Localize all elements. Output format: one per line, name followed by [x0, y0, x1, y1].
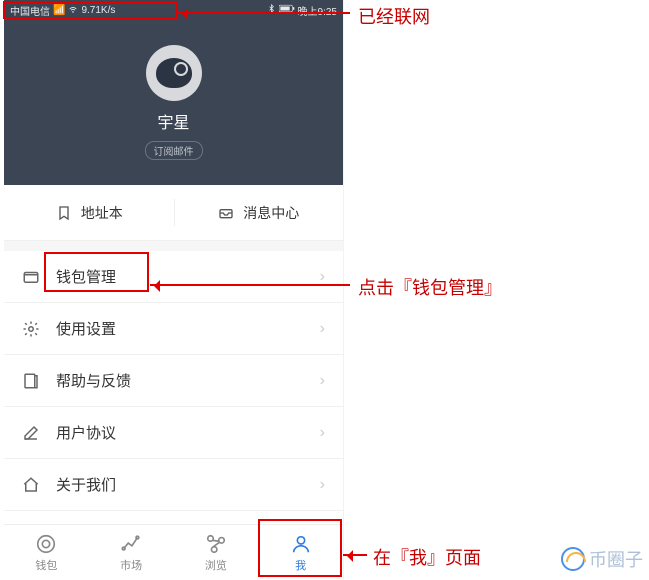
display-name: 宇星 — [157, 109, 189, 133]
settings-label: 使用设置 — [56, 318, 320, 339]
tab-bar: 钱包 市场 浏览 我 — [4, 524, 343, 580]
net-speed: 9.71K/s — [81, 5, 115, 16]
help-icon — [22, 372, 40, 390]
tab-wallet[interactable]: 钱包 — [4, 525, 89, 580]
subscribe-badge[interactable]: 订阅邮件 — [145, 141, 203, 160]
user-agreement-row[interactable]: 用户协议 › — [4, 407, 343, 459]
document-edit-icon — [22, 424, 40, 442]
signal-icon: 📶 — [53, 5, 65, 16]
bookmark-icon — [55, 204, 73, 222]
chevron-right-icon: › — [320, 476, 325, 494]
phone-screen: 中国电信 📶 9.71K/s 晚上9:25 宇星 订阅邮件 — [4, 0, 344, 580]
section-gap — [4, 241, 343, 251]
chevron-right-icon: › — [320, 268, 325, 286]
home-icon — [22, 476, 40, 494]
chevron-right-icon: › — [320, 372, 325, 390]
wallet-manage-row[interactable]: 钱包管理 › — [4, 251, 343, 303]
address-book-label: 地址本 — [81, 203, 123, 223]
nodes-icon — [205, 533, 227, 555]
chart-icon — [120, 533, 142, 555]
annotation-text-wallet-manage: 点击『钱包管理』 — [358, 274, 502, 300]
tab-wallet-label: 钱包 — [35, 557, 57, 573]
quick-actions: 地址本 消息中心 — [4, 185, 343, 241]
profile-header: 宇星 订阅邮件 — [4, 20, 343, 185]
tab-me[interactable]: 我 — [258, 525, 343, 580]
tab-market[interactable]: 市场 — [89, 525, 174, 580]
message-center-label: 消息中心 — [243, 203, 299, 223]
watermark-text: 币圈子 — [589, 546, 643, 572]
carrier-label: 中国电信 — [10, 3, 50, 18]
about-us-label: 关于我们 — [56, 474, 320, 495]
annotation-arrow-me-tab — [343, 554, 367, 556]
help-feedback-label: 帮助与反馈 — [56, 370, 320, 391]
wallet-coin-icon — [35, 533, 57, 555]
inbox-icon — [217, 204, 235, 222]
battery-icon — [279, 4, 295, 16]
about-us-row[interactable]: 关于我们 › — [4, 459, 343, 511]
gear-icon — [22, 320, 40, 338]
tab-browse-label: 浏览 — [205, 557, 227, 573]
settings-row[interactable]: 使用设置 › — [4, 303, 343, 355]
wifi-icon — [68, 4, 78, 17]
chevron-right-icon: › — [320, 320, 325, 338]
wallet-manage-label: 钱包管理 — [56, 266, 320, 287]
address-book-button[interactable]: 地址本 — [4, 185, 174, 240]
bluetooth-icon — [267, 4, 276, 16]
tab-browse[interactable]: 浏览 — [174, 525, 259, 580]
person-icon — [290, 533, 312, 555]
tab-me-label: 我 — [295, 557, 306, 573]
clock-label: 晚上9:25 — [298, 3, 337, 18]
annotation-text-me-tab: 在『我』页面 — [373, 544, 481, 570]
user-agreement-label: 用户协议 — [56, 422, 320, 443]
wallet-icon — [22, 268, 40, 286]
watermark-icon — [561, 547, 585, 571]
status-bar: 中国电信 📶 9.71K/s 晚上9:25 — [4, 0, 343, 20]
tab-market-label: 市场 — [120, 557, 142, 573]
chevron-right-icon: › — [320, 424, 325, 442]
avatar-image — [156, 58, 192, 88]
help-feedback-row[interactable]: 帮助与反馈 › — [4, 355, 343, 407]
message-center-button[interactable]: 消息中心 — [174, 185, 344, 240]
avatar[interactable] — [146, 45, 202, 101]
watermark: 币圈子 — [561, 546, 643, 572]
annotation-text-network: 已经联网 — [358, 3, 430, 29]
